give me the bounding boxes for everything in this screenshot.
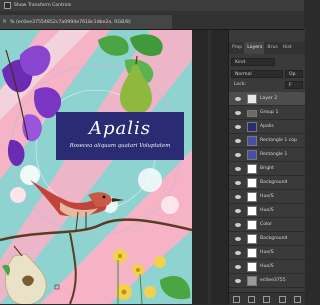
artwork-illustration	[0, 30, 192, 304]
layer-row[interactable]: Hue/S	[229, 204, 305, 218]
layer-name: Rectangle 1	[260, 152, 288, 157]
tab-history[interactable]: Hist	[280, 42, 294, 54]
layer-thumbnail	[247, 94, 257, 104]
visibility-eye-icon[interactable]	[235, 223, 241, 227]
close-icon[interactable]: ×	[2, 19, 8, 25]
layer-thumbnail	[247, 234, 257, 244]
panel-tabs: Prop Layers Brus Hist	[229, 42, 305, 54]
visibility-eye-icon[interactable]	[235, 195, 241, 199]
visibility-eye-icon[interactable]	[235, 167, 241, 171]
visibility-eye-icon[interactable]	[235, 237, 241, 241]
layer-thumbnail	[247, 206, 257, 216]
layer-thumbnail	[247, 150, 257, 160]
layer-name: Bright	[260, 166, 274, 171]
blend-mode-select[interactable]: Normal	[231, 70, 283, 78]
layer-row[interactable]: Group 1	[229, 106, 305, 120]
layer-name: Background	[260, 180, 288, 185]
layer-name: Background	[260, 236, 288, 241]
visibility-eye-icon[interactable]	[235, 209, 241, 213]
layer-row[interactable]: Hue/S	[229, 246, 305, 260]
visibility-eye-icon[interactable]	[235, 139, 241, 143]
layer-row[interactable]: Hue/S	[229, 190, 305, 204]
layer-thumbnail	[247, 192, 257, 202]
layer-name: Hue/S	[260, 208, 274, 213]
tab-properties[interactable]: Prop	[229, 42, 244, 54]
lock-label: Lock:	[234, 82, 247, 87]
layer-thumbnail	[247, 136, 257, 146]
title-banner: Apalis Rosecea aliquam quatari Voluptate…	[56, 112, 184, 160]
filter-kind-label: Kind	[235, 60, 246, 65]
layer-row[interactable]: Bright	[229, 162, 305, 176]
layer-row[interactable]: Background	[229, 232, 305, 246]
canvas-area[interactable]: Apalis Rosecea aliquam quatari Voluptate…	[0, 30, 228, 304]
artwork-title: Apalis	[88, 118, 151, 139]
show-transform-checkbox[interactable]	[4, 2, 11, 9]
layer-thumbnail	[247, 178, 257, 188]
layer-name: Color	[260, 222, 272, 227]
lock-row: Lock:	[231, 81, 275, 89]
layer-row[interactable]: Rectangle 1 cop	[229, 134, 305, 148]
filter-kind-select[interactable]: Kind	[231, 58, 275, 66]
layer-thumbnail	[247, 248, 257, 258]
visibility-eye-icon[interactable]	[235, 265, 241, 269]
layer-row[interactable]: ec0ee3755	[229, 274, 305, 288]
layer-thumbnail	[247, 220, 257, 230]
visibility-eye-icon[interactable]	[235, 97, 241, 101]
fill-field[interactable]: F	[285, 81, 303, 89]
layer-name: Group 1	[260, 110, 279, 115]
layer-name: Hue/S	[260, 264, 274, 269]
layer-row[interactable]: Rectangle 1	[229, 148, 305, 162]
layer-name: ec0ee3755	[260, 278, 286, 283]
layers-bottom-bar	[229, 292, 305, 305]
layer-name: Hue/S	[260, 194, 274, 199]
visibility-eye-icon[interactable]	[235, 279, 241, 283]
document-tab-title: % (ec0ee37554852c7a0994e7618c1dbe2a, RGB…	[10, 19, 131, 25]
layer-thumbnail	[247, 262, 257, 272]
layer-thumbnail	[247, 122, 257, 132]
document-tab-row: % (ec0ee37554852c7a0994e7618c1dbe2a, RGB…	[0, 11, 304, 30]
artwork-canvas[interactable]: Apalis Rosecea aliquam quatari Voluptate…	[0, 30, 192, 304]
visibility-eye-icon[interactable]	[235, 153, 241, 157]
new-layer-icon[interactable]	[278, 295, 286, 303]
fill-label: F	[289, 83, 292, 88]
tab-layers[interactable]: Layers	[244, 42, 265, 54]
layer-name: Apalis	[260, 124, 274, 129]
add-style-icon[interactable]	[248, 295, 256, 303]
opacity-field[interactable]: Op	[285, 70, 303, 78]
visibility-eye-icon[interactable]	[235, 251, 241, 255]
layer-row[interactable]: Layer 2	[229, 92, 305, 106]
layer-thumbnail	[247, 164, 257, 174]
visibility-eye-icon[interactable]	[235, 111, 241, 115]
visibility-eye-icon[interactable]	[235, 125, 241, 129]
tab-brushes[interactable]: Brus	[264, 42, 279, 54]
add-mask-icon[interactable]	[263, 295, 271, 303]
layer-name: Layer 2	[260, 96, 278, 101]
layers-list[interactable]: Layer 2 Group 1 Apalis Rectangle 1 cop Recta…	[229, 92, 305, 292]
layer-row[interactable]: Apalis	[229, 120, 305, 134]
canvas-scrollbar[interactable]	[208, 30, 211, 304]
layer-row[interactable]: Background	[229, 176, 305, 190]
layer-row[interactable]: Color	[229, 218, 305, 232]
layer-thumbnail	[247, 276, 257, 286]
opacity-label: Op	[289, 72, 296, 77]
layer-name: Rectangle 1 cop	[260, 138, 297, 143]
show-transform-label: Show Transform Controls	[14, 3, 72, 8]
visibility-eye-icon[interactable]	[235, 181, 241, 185]
document-tab[interactable]: % (ec0ee37554852c7a0994e7618c1dbe2a, RGB…	[0, 15, 172, 29]
folder-icon	[247, 110, 257, 117]
delete-layer-icon[interactable]	[293, 295, 301, 303]
layers-panel-dock: Prop Layers Brus Hist Kind Normal Op Loc…	[228, 30, 305, 305]
layer-name: Hue/S	[260, 250, 274, 255]
link-layers-icon[interactable]	[233, 295, 241, 303]
layer-row[interactable]: Hue/S	[229, 260, 305, 274]
artwork-subtitle: Rosecea aliquam quatari Voluptatem	[69, 143, 171, 149]
blend-mode-value: Normal	[235, 72, 252, 77]
